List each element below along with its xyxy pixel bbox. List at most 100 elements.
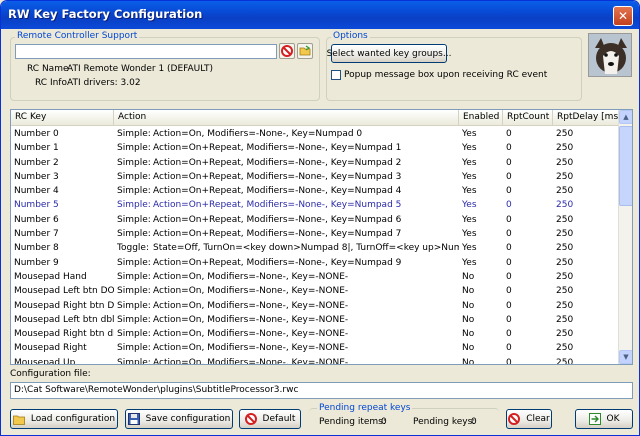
action-type-cell: Simple: [117, 186, 150, 197]
table-row[interactable]: Number 6 Simple: Action=On+Repeat, Modifie… [11, 213, 619, 227]
rc-name-value: ATI Remote Wonder 1 (DEFAULT) [67, 64, 214, 74]
config-file-path-field[interactable]: D:\Cat Software\RemoteWonder\plugins\Sub… [10, 382, 633, 399]
select-key-groups-button[interactable]: Select wanted key groups... [327, 44, 451, 63]
close-button[interactable]: ✕ [613, 6, 633, 26]
table-scrollbar[interactable]: ▲ ▼ [618, 110, 632, 364]
action-type-cell: Simple: [117, 143, 150, 154]
rptdelay-cell: 250 [556, 200, 574, 211]
table-row[interactable]: Number 3 Simple: Action=On+Repeat, Modifie… [11, 170, 619, 184]
action-detail-cell: Action=On, Modifiers=-None-, Key=-NONE- [153, 357, 349, 365]
enabled-cell: Yes [462, 143, 477, 154]
rptcount-cell: 0 [506, 286, 512, 297]
popup-checkbox[interactable] [331, 70, 341, 80]
avatar [588, 33, 632, 77]
load-config-button[interactable]: Load configuration [10, 409, 118, 429]
dog-picture [589, 34, 631, 76]
action-detail-cell: Action=On+Repeat, Modifiers=-None-, Key=… [153, 157, 402, 168]
ok-label: OK [606, 414, 620, 424]
table-row[interactable]: Mousepad Right Simple: Action=On, Modifier… [11, 341, 619, 355]
scroll-down-icon[interactable]: ▼ [619, 350, 632, 364]
rptcount-cell: 0 [506, 314, 512, 325]
action-detail-cell: Action=On, Modifiers=-None-, Key=-NONE- [153, 286, 349, 297]
remote-support-legend: Remote Controller Support [15, 31, 140, 41]
options-legend: Options [331, 31, 370, 41]
pending-keys-legend: Pending repeat keys [317, 403, 413, 413]
save-config-label: Save configuration [145, 414, 231, 424]
enabled-cell: No [462, 286, 475, 297]
rptdelay-cell: 250 [556, 129, 574, 139]
action-type-cell: Simple: [117, 200, 150, 211]
remote-input[interactable] [15, 44, 277, 59]
pending-items-value: 0 [381, 417, 387, 427]
rptcount-cell: 0 [506, 157, 512, 168]
column-header-rptdelay[interactable]: RptDelay [ms] [553, 110, 619, 125]
remote-support-group: Remote Controller Support RC Name ATI Re… [10, 31, 320, 101]
ok-button[interactable]: OK [575, 409, 633, 429]
rc-key-cell: Mousepad Right [14, 343, 87, 354]
table-row[interactable]: Number 1 Simple: Action=On+Repeat, Modifie… [11, 141, 619, 155]
enabled-cell: Yes [462, 257, 477, 268]
folder-icon [13, 415, 25, 425]
table-row[interactable]: Number 7 Simple: Action=On+Repeat, Modifie… [11, 227, 619, 241]
table-row[interactable]: Number 8 Toggle: State=Off, TurnOn=<key do… [11, 241, 619, 255]
enabled-cell: No [462, 314, 475, 325]
key-table: RC Key Action Enabled RptCount RptDelay … [10, 109, 633, 365]
table-row[interactable]: Mousepad Left btn dbl... Simple: Action=On… [11, 313, 619, 327]
table-body: Number 0 Simple: Action=On, Modifiers=-Non… [11, 127, 619, 365]
default-button[interactable]: Default [239, 409, 301, 429]
rptdelay-cell: 250 [556, 214, 574, 225]
rptcount-cell: 0 [506, 171, 512, 182]
table-row[interactable]: Number 4 Simple: Action=On+Repeat, Modifie… [11, 184, 619, 198]
action-detail-cell: Action=On+Repeat, Modifiers=-None-, Key=… [153, 171, 402, 182]
table-row[interactable]: Mousepad Right btn dbl...Simple:Action=O… [11, 327, 619, 341]
enabled-cell: Yes [462, 229, 477, 240]
column-header-rc-key[interactable]: RC Key [11, 110, 114, 125]
rc-key-cell: Number 1 [14, 143, 59, 154]
action-type-cell: Simple: [117, 343, 150, 354]
open-remote-button[interactable] [297, 43, 313, 59]
table-row[interactable]: Mousepad Up Simple: Action=On, Modifiers=-… [11, 356, 619, 365]
action-detail-cell: Action=On+Repeat, Modifiers=-None-, Key=… [153, 257, 402, 268]
action-type-cell: Simple: [117, 329, 150, 340]
enabled-cell: Yes [462, 129, 477, 139]
rptcount-cell: 0 [506, 357, 512, 365]
rptcount-cell: 0 [506, 200, 512, 211]
no-entry-icon [244, 413, 257, 425]
rc-key-cell: Mousepad Right btn dbl... [14, 329, 114, 340]
table-row[interactable]: Mousepad Left btn DO... Simple: Action=On,… [11, 284, 619, 298]
rptcount-cell: 0 [506, 214, 512, 225]
rptdelay-cell: 250 [556, 314, 574, 325]
column-header-action[interactable]: Action [114, 110, 459, 125]
close-icon: ✕ [617, 9, 629, 23]
table-row[interactable]: Number 9 Simple: Action=On+Repeat, Modifie… [11, 256, 619, 270]
title-bar[interactable]: RW Key Factory Configuration ✕ [1, 1, 639, 29]
action-detail-cell: Action=On, Modifiers=-None-, Key=-NONE- [153, 314, 349, 325]
action-type-cell: Simple: [117, 171, 150, 182]
enabled-cell: Yes [462, 243, 477, 254]
action-type-cell: Toggle: [117, 243, 149, 254]
clear-remote-button[interactable] [279, 43, 295, 59]
table-row[interactable]: Mousepad Right btn D... Simple: Action=On,… [11, 299, 619, 313]
rptcount-cell: 0 [506, 271, 512, 282]
column-header-enabled[interactable]: Enabled [459, 110, 503, 125]
clear-button[interactable]: Clear [506, 409, 552, 429]
rptcount-cell: 0 [506, 257, 512, 268]
scroll-up-icon[interactable]: ▲ [619, 110, 632, 124]
column-header-rptcount[interactable]: RptCount [503, 110, 553, 125]
action-type-cell: Simple: [117, 271, 150, 282]
popup-checkbox-label: Popup message box upon receiving RC even… [344, 70, 548, 80]
save-config-button[interactable]: Save configuration [125, 409, 233, 429]
no-entry-icon [508, 413, 521, 425]
scroll-thumb[interactable] [619, 126, 632, 206]
rptcount-cell: 0 [506, 329, 512, 340]
rc-key-cell: Mousepad Up [14, 357, 76, 365]
floppy-icon [127, 413, 140, 425]
pending-items-label: Pending items: [319, 417, 386, 427]
table-header: RC Key Action Enabled RptCount RptDelay … [11, 110, 619, 126]
rptcount-cell: 0 [506, 243, 512, 254]
action-type-cell: Simple: [117, 257, 150, 268]
table-row[interactable]: Number 0 Simple: Action=On, Modifiers=-Non… [11, 127, 619, 141]
table-row[interactable]: Mousepad Hand Simple: Action=On, Modifiers… [11, 270, 619, 284]
table-row[interactable]: Number 5 Simple: Action=On+Repeat, Modifie… [11, 198, 619, 212]
table-row[interactable]: Number 2 Simple: Action=On+Repeat, Modifie… [11, 156, 619, 170]
